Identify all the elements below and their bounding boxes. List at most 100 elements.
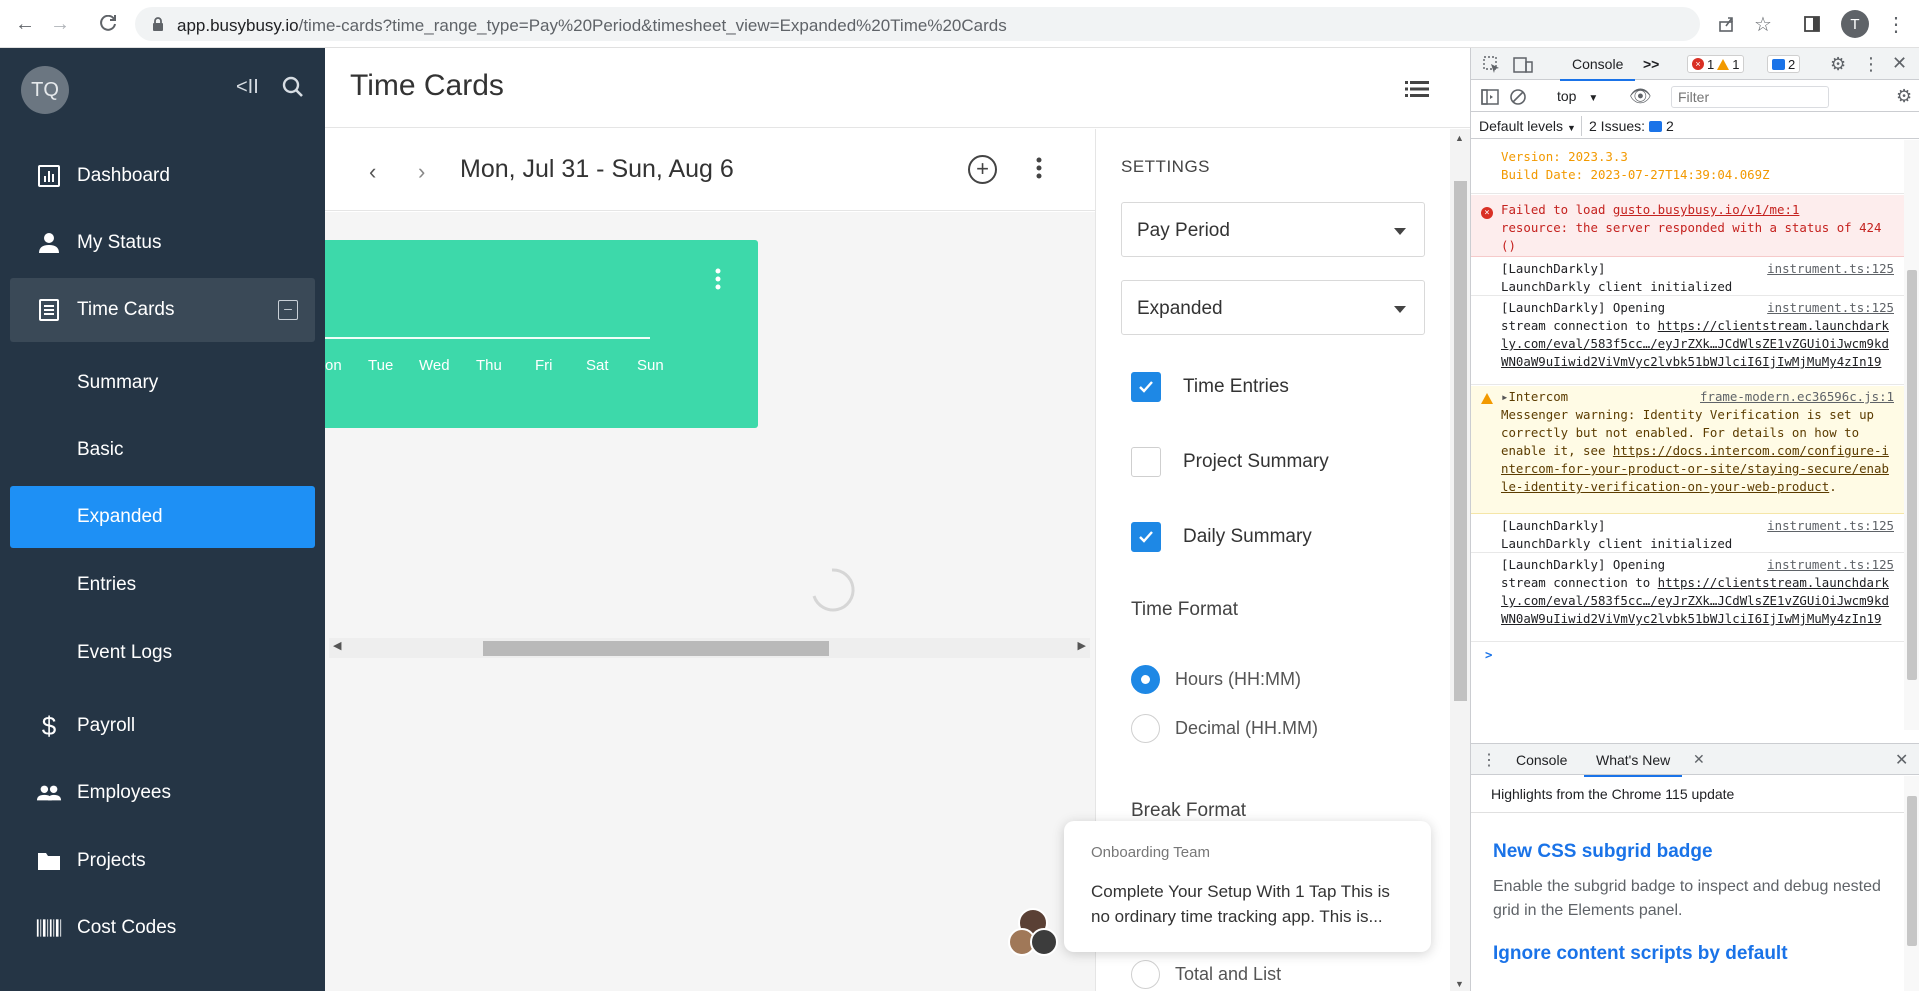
sidebar-item-cost-codes[interactable]: Cost Codes <box>0 898 325 958</box>
back-icon[interactable]: ← <box>12 11 38 37</box>
vertical-scrollbar[interactable]: ▲ ▼ <box>1450 129 1470 991</box>
whats-new-scrollbar[interactable] <box>1904 776 1919 991</box>
profile-avatar[interactable]: T <box>1841 10 1869 38</box>
eye-icon[interactable]: 👁 <box>1629 86 1652 107</box>
daily-summary-checkbox[interactable] <box>1131 522 1161 552</box>
bookmark-star-icon[interactable]: ☆ <box>1751 12 1775 36</box>
project-summary-checkbox[interactable] <box>1131 447 1161 477</box>
project-summary-option[interactable]: Project Summary <box>1131 446 1329 478</box>
close-devtools-icon[interactable]: ✕ <box>1892 53 1907 74</box>
close-tab-icon[interactable]: ✕ <box>1693 751 1705 768</box>
scroll-left-icon[interactable]: ◀ <box>333 639 341 652</box>
forward-icon[interactable]: → <box>47 11 73 37</box>
address-bar[interactable]: app.busybusy.io/time-cards?time_range_ty… <box>135 7 1700 41</box>
sidebar-item-time-cards[interactable]: Time Cards – <box>10 278 315 342</box>
decimal-radio[interactable] <box>1131 713 1160 743</box>
scroll-thumb[interactable] <box>1454 181 1467 701</box>
device-toolbar-icon[interactable] <box>1513 56 1533 74</box>
console-scrollbar[interactable] <box>1904 140 1919 730</box>
sidebar-item-payroll[interactable]: $ Payroll <box>0 696 325 756</box>
sidebar-item-dashboard[interactable]: Dashboard <box>0 146 325 206</box>
collapse-section-icon[interactable]: – <box>278 300 298 320</box>
close-drawer-icon[interactable]: ✕ <box>1895 750 1908 770</box>
chrome-menu-icon[interactable]: ⋮ <box>1884 12 1908 36</box>
time-entries-checkbox[interactable] <box>1131 372 1161 402</box>
tab-whats-new[interactable]: What's New <box>1583 752 1683 777</box>
feature-title[interactable]: New CSS subgrid badge <box>1493 841 1713 863</box>
settings-gear-icon[interactable]: ⚙ <box>1830 54 1846 75</box>
time-entries-option[interactable]: Time Entries <box>1131 371 1289 403</box>
next-week-icon[interactable]: › <box>418 159 425 185</box>
context-select[interactable]: top ▼ <box>1557 88 1598 104</box>
scroll-thumb[interactable] <box>1907 796 1917 946</box>
drawer-menu-icon[interactable]: ⋮ <box>1481 750 1497 770</box>
sidebar-item-expanded[interactable]: Expanded <box>10 486 315 548</box>
source-link[interactable]: instrument.ts:125 <box>1767 299 1894 317</box>
decimal-format-option[interactable]: Decimal (HH.MM) <box>1131 713 1318 743</box>
scroll-up-icon[interactable]: ▲ <box>1455 133 1464 143</box>
time-card[interactable]: on Tue Wed Thu Fri Sat Sun <box>325 240 758 428</box>
add-entry-button[interactable]: + <box>968 155 997 184</box>
tab-drawer-console[interactable]: Console <box>1516 752 1567 768</box>
timesheet-view-select[interactable]: Expanded <box>1121 280 1425 335</box>
scroll-right-icon[interactable]: ▶ <box>1078 639 1086 652</box>
source-link[interactable]: frame-modern.ec36596c.js:1 <box>1700 388 1894 406</box>
tab-console[interactable]: Console <box>1559 56 1636 81</box>
daily-summary-option[interactable]: Daily Summary <box>1131 521 1312 553</box>
default-levels-dropdown[interactable]: Default levels ▼ <box>1479 118 1576 134</box>
sidebar-item-my-status[interactable]: My Status <box>0 213 325 273</box>
sidebar-item-event-logs[interactable]: Event Logs <box>0 623 325 683</box>
share-icon[interactable] <box>1715 12 1739 36</box>
console-prompt[interactable]: > <box>1485 646 1492 664</box>
clear-console-icon[interactable] <box>1509 88 1527 106</box>
total-and-list-option[interactable]: Total and List <box>1131 959 1281 989</box>
option-label: Time Entries <box>1183 376 1289 397</box>
option-label: Decimal (HH.MM) <box>1175 717 1318 738</box>
feature-title[interactable]: Ignore content scripts by default <box>1493 943 1788 965</box>
previous-week-icon[interactable]: ‹ <box>369 159 376 185</box>
sidebar-toggle-icon[interactable] <box>1481 88 1499 106</box>
onboarding-message[interactable]: Onboarding Team Complete Your Setup With… <box>1064 821 1431 952</box>
console-settings-icon[interactable]: ⚙ <box>1896 86 1912 107</box>
scroll-thumb[interactable] <box>483 641 829 656</box>
more-options-icon[interactable] <box>1036 157 1042 179</box>
error-link[interactable]: gusto.busybusy.io/v1/me:1 <box>1613 202 1800 217</box>
side-panel-icon[interactable] <box>1800 12 1824 36</box>
time-range-select[interactable]: Pay Period <box>1121 202 1425 257</box>
list-view-icon[interactable] <box>1405 80 1429 98</box>
filter-input[interactable] <box>1671 86 1829 108</box>
scroll-thumb[interactable] <box>1907 270 1917 680</box>
avatar[interactable]: TQ <box>21 66 69 114</box>
hours-radio[interactable] <box>1131 664 1160 694</box>
source-link[interactable]: instrument.ts:125 <box>1767 556 1894 574</box>
timecard-area: on Tue Wed Thu Fri Sat Sun ◀ ▶ <box>325 212 1095 991</box>
sidebar-item-basic[interactable]: Basic <box>0 420 325 480</box>
message-head: [LaunchDarkly] <box>1501 518 1606 533</box>
source-link[interactable]: instrument.ts:125 <box>1767 260 1894 278</box>
error-warning-badge[interactable]: × 1 1 <box>1687 55 1745 73</box>
hours-format-option[interactable]: Hours (HH:MM) <box>1131 664 1301 694</box>
horizontal-scrollbar[interactable]: ◀ ▶ <box>329 638 1090 658</box>
option-label: Project Summary <box>1183 451 1329 472</box>
collapse-sidebar-icon[interactable]: <II <box>236 76 259 99</box>
issues-button[interactable]: 2 Issues: 2 <box>1589 118 1674 134</box>
sidebar-item-entries[interactable]: Entries <box>0 555 325 615</box>
sidebar-item-label: Summary <box>77 372 159 393</box>
devtools-menu-icon[interactable]: ⋮ <box>1862 54 1880 75</box>
sidebar-item-employees[interactable]: Employees <box>0 763 325 823</box>
sidebar-item-label: Expanded <box>77 506 163 527</box>
search-icon[interactable] <box>282 76 304 98</box>
chevron-down-icon <box>1394 228 1406 235</box>
messages-badge[interactable]: 2 <box>1767 55 1801 73</box>
sidebar-item-projects[interactable]: Projects <box>0 831 325 891</box>
scroll-down-icon[interactable]: ▼ <box>1455 979 1464 989</box>
card-more-icon[interactable] <box>715 268 721 290</box>
reload-icon[interactable] <box>95 11 121 37</box>
total-and-list-radio[interactable] <box>1131 959 1160 989</box>
inspect-element-icon[interactable] <box>1483 56 1501 74</box>
sidebar-item-summary[interactable]: Summary <box>0 353 325 413</box>
build-line: Build Date: 2023-07-27T14:39:04.069Z <box>1501 167 1770 182</box>
source-link[interactable]: instrument.ts:125 <box>1767 517 1894 535</box>
more-tabs-icon[interactable]: >> <box>1643 56 1659 72</box>
team-avatars[interactable] <box>1008 908 1058 958</box>
